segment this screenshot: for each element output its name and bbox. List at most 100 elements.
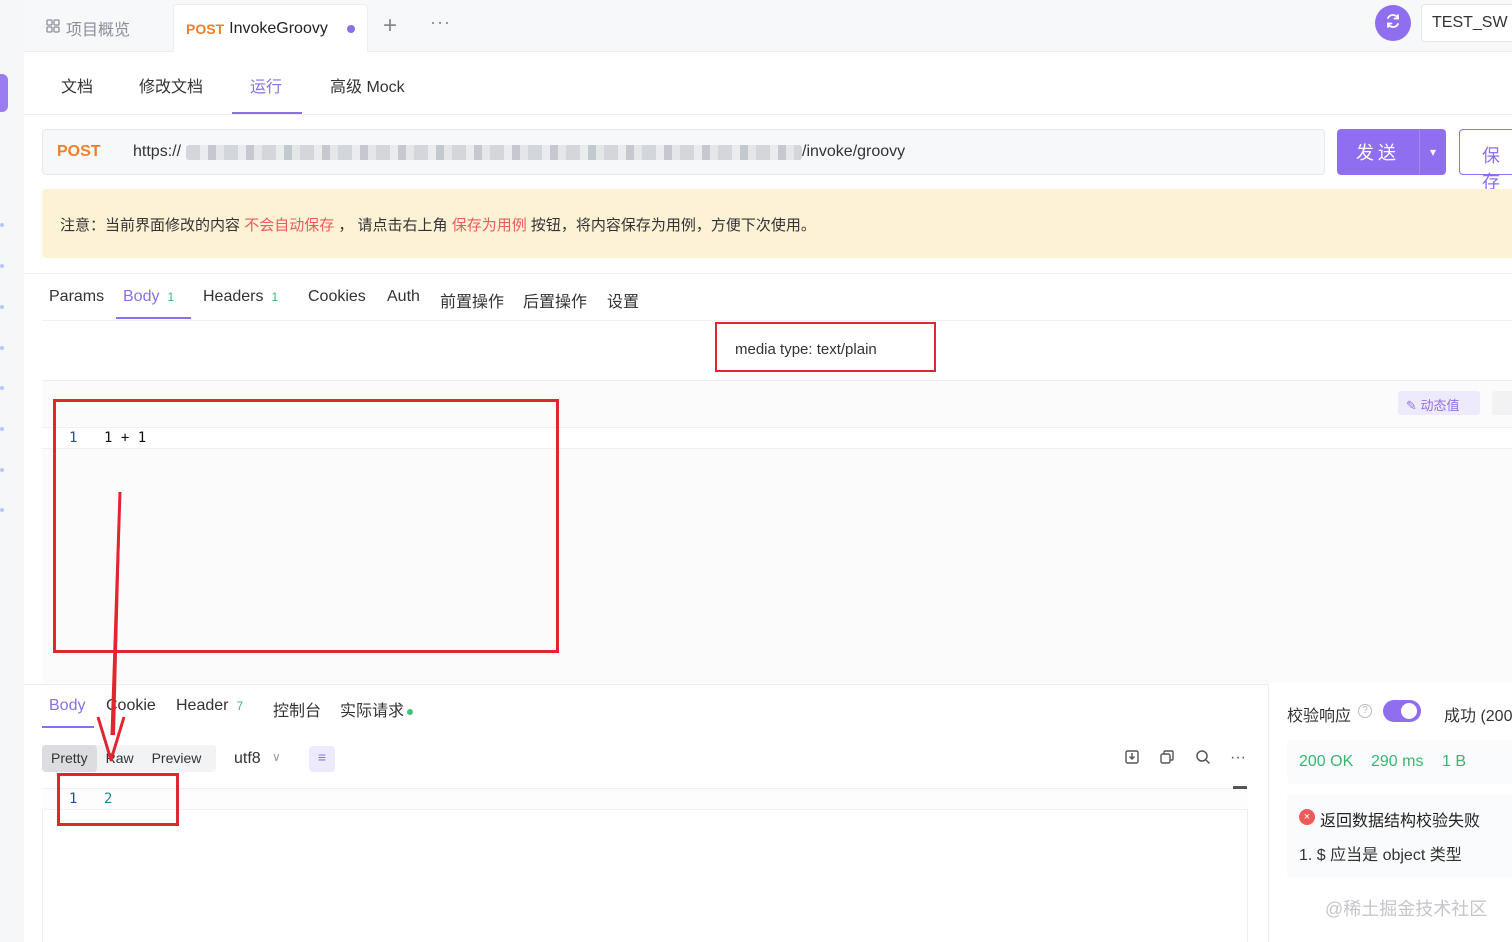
resp-tab-label: 控制台 [273,703,322,720]
download-icon[interactable] [1124,749,1140,770]
tab-project-overview-label: 项目概览 [66,22,131,39]
notice-prefix: 注意：当前界面修改的内容 [60,217,241,234]
response-size: 1 B [1442,753,1467,770]
method-select[interactable]: POST [57,143,101,161]
req-tab-label: Auth [387,288,420,305]
wrap-lines-icon[interactable]: ≡ [309,746,335,772]
encoding-select[interactable]: utf8 [234,750,261,768]
editor-tool-button[interactable] [1492,391,1512,415]
search-icon[interactable] [1195,749,1211,770]
rail-dot [0,427,4,431]
mode-raw[interactable]: Raw [97,745,143,772]
unsaved-dot-icon [346,24,355,33]
tab-title: InvokeGroovy [229,19,328,37]
notice-highlight-save-case[interactable]: 保存为用例 [452,217,527,234]
watermark: @稀土掘金技术社区 [1325,899,1488,919]
send-button-label: 发送 [1356,143,1400,163]
media-type-label: media type: text/plain [715,322,936,372]
tab-project-overview[interactable]: 项目概览 [46,16,130,40]
req-tab-params[interactable]: Params [49,288,104,306]
magic-wand-icon: ✎ [1406,398,1417,413]
resp-tab-actual-request[interactable]: 实际请求 [340,697,414,721]
url-path: /invoke/groovy [802,143,906,160]
doc-subtabs [24,52,1512,115]
more-tabs-button[interactable]: ··· [430,12,451,33]
more-icon[interactable]: ··· [1230,749,1246,767]
resp-tab-header[interactable]: Header 7 [176,697,243,715]
rail-dot [0,468,4,472]
req-tab-headers[interactable]: Headers 1 [203,288,278,306]
subtab-docs[interactable]: 文档 [61,73,93,97]
code-line [42,788,1248,810]
error-icon: × [1299,809,1315,825]
validate-response-label: 校验响应 [1287,708,1352,725]
req-tab-active-underline [116,317,191,319]
chevron-down-icon[interactable]: ▾ [1420,145,1446,159]
resp-tab-label: Header [176,697,229,714]
response-time: 290 ms [1371,753,1424,770]
resp-tab-label: 实际请求 [340,703,405,720]
environment-selector[interactable]: TEST_SW [1421,4,1512,42]
req-tab-label: Body [123,288,160,305]
rail-dot [0,386,4,390]
copy-icon[interactable] [1159,749,1175,770]
req-tab-label: Params [49,288,105,305]
resp-tab-count: 7 [236,699,244,713]
subtab-run[interactable]: 运行 [250,73,282,97]
grid-icon [46,18,60,38]
resp-tab-label: Cookie [106,697,156,714]
rail-dot [0,346,4,350]
dynamic-value-label: 动态值 [1420,398,1460,413]
annotation-box-request [53,399,559,653]
scrollbar[interactable] [1233,786,1247,789]
unsaved-notice: 注意：当前界面修改的内容 不会自动保存 ， 请点击右上角 保存为用例 按钮，将内… [42,189,1512,258]
response-view-mode[interactable]: Pretty Raw Preview [42,745,216,772]
send-button[interactable]: 发送 ▾ [1337,129,1446,175]
resp-tab-body[interactable]: Body [49,697,85,715]
add-tab-button[interactable]: + [383,12,397,40]
req-tab-auth[interactable]: Auth [387,288,420,306]
tab-invoke-groovy[interactable]: POST InvokeGroovy [173,4,368,52]
sync-button[interactable] [1375,5,1411,41]
validation-error-detail: 1. $ 应当是 object 类型 [1299,847,1462,864]
save-button[interactable]: 保存 [1459,129,1512,192]
req-tab-label: Headers [203,288,264,305]
req-tab-count: 1 [271,290,279,304]
response-body-viewer[interactable] [42,788,1248,942]
rail-dot [0,508,4,512]
status-dot-icon [407,708,414,715]
url-redacted [186,145,802,160]
resp-tab-label: Body [49,697,86,714]
subtab-advanced-mock[interactable]: 高级 Mock [330,73,405,97]
req-tab-post-ops[interactable]: 后置操作 [523,288,587,312]
req-tab-cookies[interactable]: Cookies [308,288,366,306]
rail-active-indicator [0,74,8,112]
mode-pretty[interactable]: Pretty [42,745,97,772]
rail-dot [0,264,4,268]
resp-tab-active-underline [42,726,94,728]
rail-dot [0,223,4,227]
validation-error-title: 返回数据结构校验失败 [1320,813,1481,830]
req-tab-label: 后置操作 [523,294,588,311]
subtab-edit-docs[interactable]: 修改文档 [139,73,203,97]
success-case-label[interactable]: 成功 (200 [1444,702,1512,726]
dynamic-value-button[interactable]: ✎ 动态值 [1398,391,1480,415]
req-tab-label: 设置 [607,294,640,311]
resp-tab-cookie[interactable]: Cookie [106,697,156,715]
req-tab-label: 前置操作 [440,294,505,311]
req-tab-label: Cookies [308,288,366,305]
toggle-knob [1401,703,1417,719]
annotation-box-response [57,773,179,826]
req-tab-settings[interactable]: 设置 [607,288,639,312]
notice-suffix: 按钮，将内容保存为用例，方便下次使用。 [530,217,816,234]
req-tab-pre-ops[interactable]: 前置操作 [440,288,504,312]
mode-preview[interactable]: Preview [143,745,211,772]
req-tab-count: 1 [167,290,175,304]
tab-method-badge: POST [186,20,225,37]
req-tab-body[interactable]: Body 1 [123,288,174,306]
status-code: 200 OK [1299,753,1354,770]
help-icon[interactable]: ? [1358,704,1372,718]
notice-highlight-autosave: 不会自动保存 [244,217,335,234]
subtab-active-underline [232,112,302,114]
resp-tab-console[interactable]: 控制台 [273,697,321,721]
